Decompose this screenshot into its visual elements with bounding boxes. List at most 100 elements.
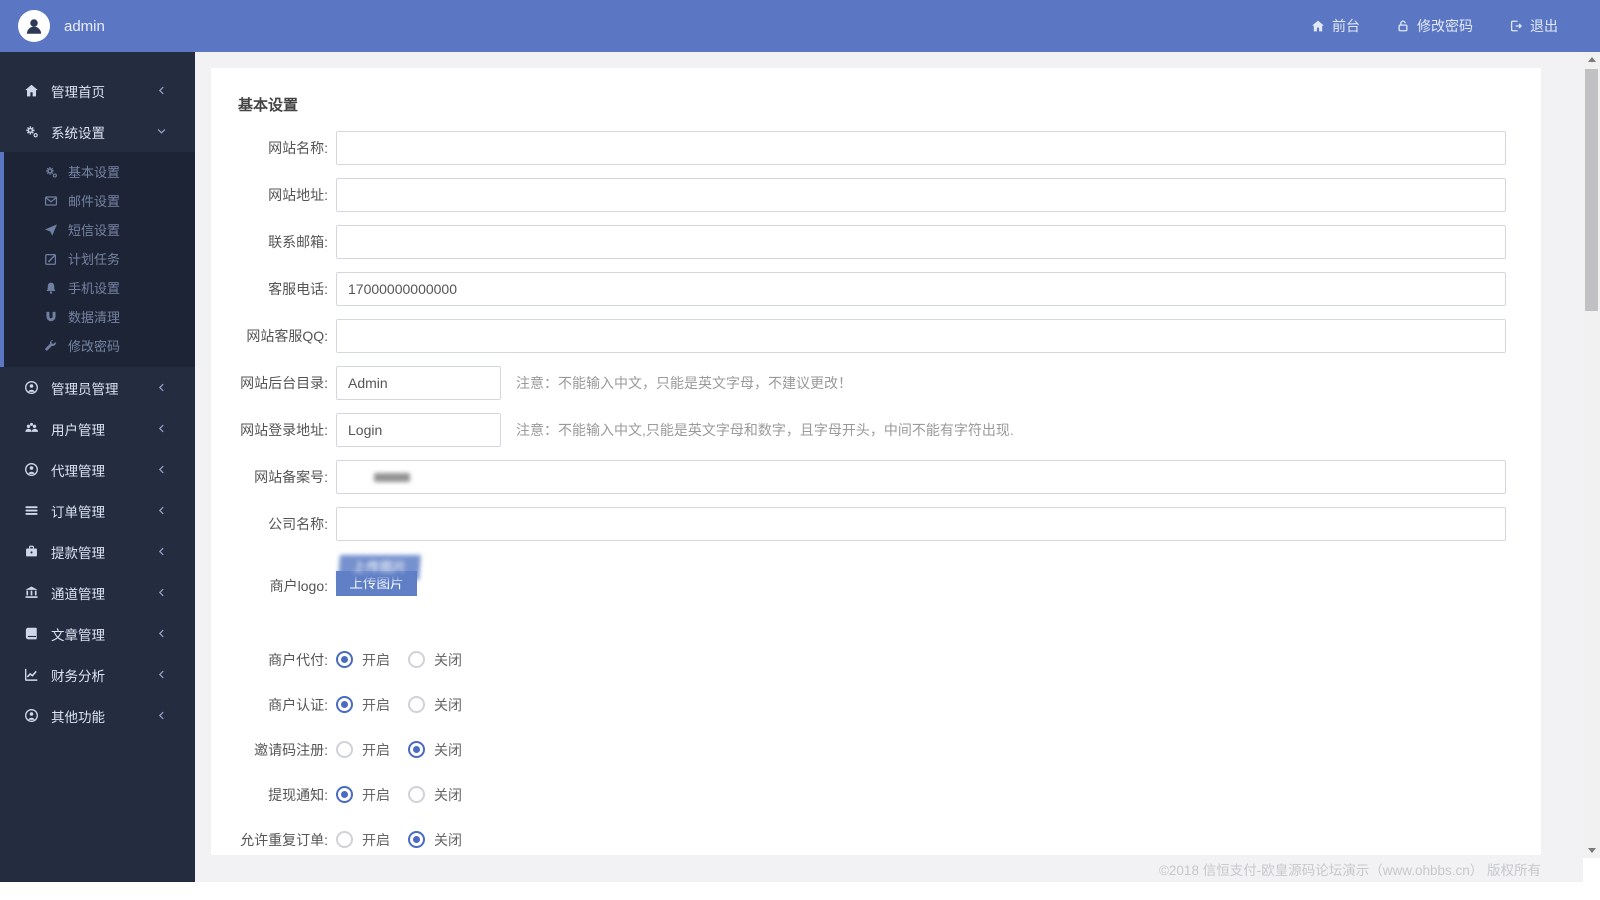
admin-directory-input[interactable] <box>336 366 501 400</box>
login-address-input[interactable] <box>336 413 501 447</box>
envelope-icon <box>44 194 58 208</box>
sidebar-item-order-management[interactable]: 订单管理 <box>0 490 195 531</box>
sidebar-item-admin-home[interactable]: 管理首页 <box>0 70 195 111</box>
nav-change-password-link[interactable]: 修改密码 <box>1396 16 1473 36</box>
top-nav: 前台 修改密码 退出 <box>1311 16 1600 36</box>
sidebar-item-system-settings[interactable]: 系统设置 <box>0 111 195 152</box>
upload-image-button[interactable]: 上传图片 <box>336 571 417 596</box>
submenu-item-label: 修改密码 <box>68 339 121 354</box>
system-settings-submenu: 基本设置 邮件设置 短信设置 计划任务 手机设置 数据清理 修改密码 <box>0 152 195 367</box>
radio-row-merchant-payout: 商户代付: 开启 关闭 <box>238 643 1541 676</box>
radio-option-off[interactable]: 关闭 <box>408 830 462 850</box>
service-qq-input[interactable] <box>336 319 1506 353</box>
radio-option-off[interactable]: 关闭 <box>408 740 462 760</box>
radio-circle[interactable] <box>336 651 353 668</box>
contact-email-input[interactable] <box>336 225 1506 259</box>
form-row: 网站后台目录: 注意：不能输入中文，只能是英文字母，不建议更改！ <box>238 366 1541 400</box>
main-content: 基本设置 网站名称: 网站地址: 联系邮箱: 客服电话: 网站客服QQ: <box>195 52 1583 882</box>
radio-option-on[interactable]: 开启 <box>336 650 390 670</box>
field-label: 商户认证: <box>268 696 328 713</box>
user-circle-icon <box>24 380 39 395</box>
list-icon <box>24 503 39 518</box>
paper-plane-icon <box>44 223 58 237</box>
field-label: 邀请码注册: <box>254 741 328 758</box>
submenu-item-data-cleanup[interactable]: 数据清理 <box>4 302 195 331</box>
form-row: 网站名称: <box>238 131 1541 165</box>
icp-number-input[interactable] <box>336 460 1506 494</box>
chevron-left-icon <box>156 505 167 516</box>
sidebar-item-agent-management[interactable]: 代理管理 <box>0 449 195 490</box>
submenu-item-label: 计划任务 <box>68 252 121 267</box>
radio-row-merchant-verification: 商户认证: 开启 关闭 <box>238 688 1541 721</box>
sidebar-item-channel-management[interactable]: 通道管理 <box>0 572 195 613</box>
field-label: 联系邮箱: <box>268 234 328 250</box>
radio-option-off[interactable]: 关闭 <box>408 785 462 805</box>
sidebar-item-article-management[interactable]: 文章管理 <box>0 613 195 654</box>
gears-icon <box>24 124 39 139</box>
radio-circle[interactable] <box>336 741 353 758</box>
field-label: 网站名称: <box>268 140 328 156</box>
radio-circle[interactable] <box>408 786 425 803</box>
scroll-down-button[interactable] <box>1583 843 1600 858</box>
submenu-item-label: 短信设置 <box>68 223 121 238</box>
vertical-scrollbar[interactable] <box>1583 52 1600 858</box>
bell-icon <box>44 281 58 295</box>
radio-option-on[interactable]: 开启 <box>336 785 390 805</box>
triangle-up-icon <box>1587 57 1596 62</box>
submenu-item-scheduled-tasks[interactable]: 计划任务 <box>4 244 195 273</box>
chevron-left-icon <box>156 669 167 680</box>
sidebar-item-label: 管理首页 <box>51 84 105 100</box>
company-name-input[interactable] <box>336 507 1506 541</box>
radio-circle[interactable] <box>336 831 353 848</box>
radio-option-off[interactable]: 关闭 <box>408 695 462 715</box>
sidebar-item-admin-management[interactable]: 管理员管理 <box>0 367 195 408</box>
sidebar-item-user-management[interactable]: 用户管理 <box>0 408 195 449</box>
radio-option-label: 关闭 <box>434 786 462 803</box>
nav-change-password-label: 修改密码 <box>1417 18 1473 34</box>
sidebar-item-withdrawal-management[interactable]: 提款管理 <box>0 531 195 572</box>
scrollbar-thumb[interactable] <box>1585 69 1598 311</box>
sidebar-item-label: 订单管理 <box>51 504 105 520</box>
submenu-item-mobile-settings[interactable]: 手机设置 <box>4 273 195 302</box>
sidebar-item-label: 用户管理 <box>51 422 105 438</box>
scroll-up-button[interactable] <box>1583 52 1600 67</box>
radio-circle[interactable] <box>336 696 353 713</box>
chevron-left-icon <box>156 546 167 557</box>
service-phone-input[interactable] <box>336 272 1506 306</box>
submenu-item-label: 基本设置 <box>68 165 121 180</box>
submenu-item-mail-settings[interactable]: 邮件设置 <box>4 186 195 215</box>
submenu-item-sms-settings[interactable]: 短信设置 <box>4 215 195 244</box>
nav-logout-link[interactable]: 退出 <box>1509 16 1558 36</box>
form-row: 公司名称: <box>238 507 1541 541</box>
radio-circle[interactable] <box>408 651 425 668</box>
chevron-left-icon <box>156 710 167 721</box>
triangle-down-icon <box>1587 848 1596 853</box>
chevron-down-icon <box>156 126 167 137</box>
sidebar-item-label: 其他功能 <box>51 709 105 725</box>
radio-option-label: 关闭 <box>434 741 462 758</box>
radio-option-off[interactable]: 关闭 <box>408 650 462 670</box>
radio-circle[interactable] <box>408 741 425 758</box>
radio-circle[interactable] <box>408 831 425 848</box>
sidebar-item-label: 文章管理 <box>51 627 105 643</box>
radio-option-on[interactable]: 开启 <box>336 695 390 715</box>
radio-row-allow-duplicate-orders: 允许重复订单: 开启 关闭 <box>238 823 1541 856</box>
page-title: 基本设置 <box>238 97 299 114</box>
site-name-input[interactable] <box>336 131 1506 165</box>
nav-frontend-link[interactable]: 前台 <box>1311 16 1360 36</box>
radio-option-on[interactable]: 开启 <box>336 830 390 850</box>
submenu-item-change-password[interactable]: 修改密码 <box>4 331 195 360</box>
radio-circle[interactable] <box>408 696 425 713</box>
home-icon <box>24 83 39 98</box>
radio-option-label: 开启 <box>362 696 390 713</box>
submenu-item-basic-settings[interactable]: 基本设置 <box>4 157 195 186</box>
brand: admin <box>0 10 105 42</box>
sidebar-item-other-functions[interactable]: 其他功能 <box>0 695 195 736</box>
sign-out-icon <box>1509 19 1523 33</box>
chevron-left-icon <box>156 382 167 393</box>
radio-option-on[interactable]: 开启 <box>336 740 390 760</box>
site-url-input[interactable] <box>336 178 1506 212</box>
sidebar-item-finance-analysis[interactable]: 财务分析 <box>0 654 195 695</box>
nav-logout-label: 退出 <box>1530 18 1558 34</box>
radio-circle[interactable] <box>336 786 353 803</box>
